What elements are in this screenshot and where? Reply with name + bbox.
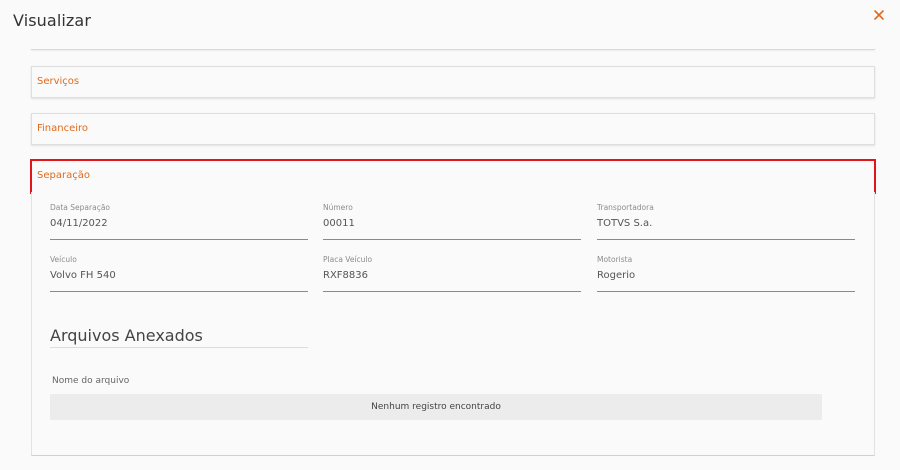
field-value: Volvo FH 540 <box>50 270 116 281</box>
field-data-separacao[interactable]: Data Separação 04/11/2022 <box>50 203 308 240</box>
field-transportadora[interactable]: Transportadora TOTVS S.a. <box>597 203 855 240</box>
attachments-title: Arquivos Anexados <box>50 326 308 348</box>
modal-header: Visualizar <box>0 0 900 46</box>
field-placa-veiculo[interactable]: Placa Veículo RXF8836 <box>323 255 581 292</box>
field-label: Motorista <box>597 255 633 264</box>
field-label: Data Separação <box>50 203 111 212</box>
field-numero[interactable]: Número 00011 <box>323 203 581 240</box>
accordion-servicos[interactable]: Serviços <box>31 66 875 98</box>
field-label: Transportadora <box>597 203 654 212</box>
field-motorista[interactable]: Motorista Rogerio <box>597 255 855 292</box>
accordion-label-separacao: Separação <box>37 170 90 181</box>
field-veiculo[interactable]: Veículo Volvo FH 540 <box>50 255 308 292</box>
field-value: TOTVS S.a. <box>597 218 653 229</box>
accordion-separacao[interactable]: Separação <box>30 159 876 194</box>
field-label: Veículo <box>50 255 77 264</box>
close-icon[interactable] <box>872 8 886 22</box>
field-value: RXF8836 <box>323 270 368 281</box>
separacao-panel: Data Separação 04/11/2022 Número 00011 T… <box>31 192 875 456</box>
field-value: 04/11/2022 <box>50 218 108 229</box>
accordion-label-servicos: Serviços <box>37 76 80 87</box>
field-label: Número <box>323 203 353 212</box>
accordion-label-financeiro: Financeiro <box>37 123 89 134</box>
collapsed-section-bottom <box>31 46 875 50</box>
empty-table-row: Nenhum registro encontrado <box>50 394 822 420</box>
field-label: Placa Veículo <box>323 255 373 264</box>
modal-title: Visualizar <box>13 11 91 30</box>
column-header-nome-arquivo[interactable]: Nome do arquivo <box>52 376 129 386</box>
accordion-financeiro[interactable]: Financeiro <box>31 113 875 145</box>
field-value: 00011 <box>323 218 355 229</box>
field-value: Rogerio <box>597 270 636 281</box>
view-modal: Visualizar Serviços Financeiro Separação… <box>0 0 900 470</box>
